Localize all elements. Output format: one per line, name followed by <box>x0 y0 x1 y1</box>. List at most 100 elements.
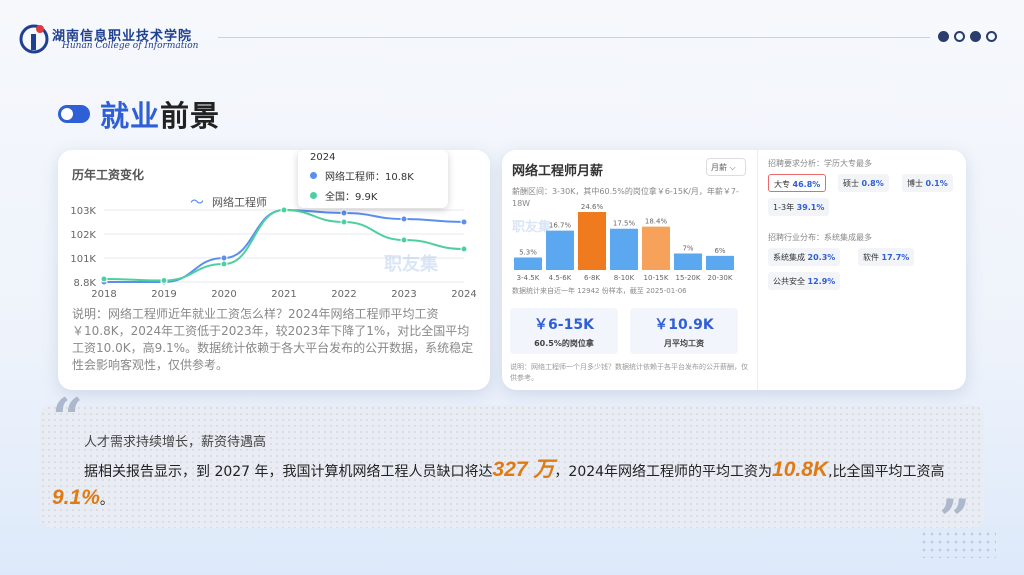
bar <box>674 253 702 270</box>
bar-value-label: 5.3% <box>519 249 537 257</box>
title-rest: 前景 <box>160 99 221 133</box>
bar-value-label: 16.7% <box>549 222 572 230</box>
sample-note: 数据统计来自近一年 12942 份样本，截至 2025-01-06 <box>512 287 687 295</box>
data-point <box>100 275 108 283</box>
bar-value-label: 17.5% <box>613 220 636 228</box>
tag-industry-software[interactable]: 软件 17.7% <box>858 248 915 266</box>
average-salary-value: ￥10.9K <box>654 317 714 333</box>
data-point <box>220 254 228 262</box>
data-point <box>280 206 288 214</box>
bar-category-label: 20-30K <box>708 274 733 282</box>
bar-value-label: 6% <box>714 247 725 255</box>
school-name-en: Hunan College of Information <box>62 41 199 51</box>
data-point <box>220 260 228 268</box>
tag-value: 39.1% <box>796 203 825 212</box>
bar <box>706 255 734 270</box>
toggle-icon <box>58 105 90 123</box>
bar-category-label: 3-4.5K <box>517 274 540 282</box>
bar <box>642 226 670 270</box>
x-tick-label: 2022 <box>331 289 356 300</box>
bar-category-label: 8-10K <box>614 274 635 282</box>
highlight-number: 10.8K <box>772 458 829 481</box>
tag-label: 公共安全 <box>773 277 805 286</box>
page-indicator <box>938 31 997 42</box>
bar <box>610 228 638 270</box>
education-title: 招聘要求分析：学历大专最多 <box>768 159 872 168</box>
tag-experience[interactable]: 1-3年 39.1% <box>768 198 830 216</box>
page-dot <box>938 31 949 42</box>
x-tick-label: 2021 <box>271 289 296 300</box>
page-dot <box>986 31 997 42</box>
tooltip-dot <box>310 192 317 199</box>
quote-text: 。 <box>99 492 114 508</box>
bar-category-label: 6-8K <box>584 274 600 282</box>
title-highlight: 就业 <box>100 99 161 133</box>
highlight-number: 9.1% <box>52 486 100 509</box>
tag-industry-system[interactable]: 系统集成 20.3% <box>768 248 841 266</box>
data-point <box>460 245 468 253</box>
y-tick-label: 8.8K <box>74 278 97 289</box>
tag-value: 20.3% <box>807 253 836 262</box>
x-tick-label: 2019 <box>151 289 176 300</box>
tag-label: 硕士 <box>843 179 859 188</box>
monthly-salary-footnote: 说明：网络工程师一个月多少钱？数据统计依赖于各平台发布的公开薪酬，仅供参考。 <box>510 363 748 382</box>
page-dot <box>954 31 965 42</box>
data-point <box>400 215 408 223</box>
decorative-dots <box>920 530 996 558</box>
tooltip-row1: 网络工程师：10.8K <box>325 172 414 183</box>
data-point <box>160 277 168 284</box>
chart-tooltip: 2024 网络工程师：10.8K 全国：9.9K <box>298 150 448 208</box>
industry-title: 招聘行业分布：系统集成最多 <box>768 233 872 242</box>
tag-industry-security[interactable]: 公共安全 12.9% <box>768 272 841 290</box>
y-tick-label: 103K <box>70 206 96 217</box>
bar-category-label: 10-15K <box>644 274 669 282</box>
x-tick-label: 2018 <box>91 289 116 300</box>
data-point <box>340 209 348 217</box>
salary-trend-description: 说明：网络工程师近年就业工资怎么样？2024年网络工程师平均工资￥10.8K，2… <box>72 307 474 372</box>
tag-value: 17.7% <box>881 253 910 262</box>
tag-value: 0.1% <box>925 179 948 188</box>
tag-label: 1-3年 <box>773 203 795 212</box>
tag-label: 博士 <box>907 179 923 188</box>
page-title: 就业前景 <box>58 93 220 135</box>
tooltip-row2: 全国：9.9K <box>325 192 378 203</box>
header-divider <box>218 37 930 38</box>
header: 湖南信息职业技术学院 Hunan College of Information <box>0 0 1024 70</box>
y-tick-label: 102K <box>70 230 96 241</box>
monthly-salary-card: 网络工程师月薪 月薪 ⌵ 薪酬区间：3-30K，其中60.5%的岗位拿￥6-15… <box>502 150 966 390</box>
data-point <box>460 218 468 226</box>
y-tick-label: 101K <box>70 254 96 265</box>
salary-range-box: ￥6-15K 60.5%的岗位拿 <box>510 308 618 354</box>
x-tick-label: 2024 <box>451 289 476 300</box>
tag-label: 系统集成 <box>773 253 805 262</box>
bar-value-label: 24.6% <box>581 203 604 211</box>
quote-text: ，2024年网络工程师的平均工资为 <box>554 464 773 480</box>
data-point <box>340 218 348 226</box>
chart-watermark: 职友集 <box>384 254 438 275</box>
average-salary-box: ￥10.9K 月平均工资 <box>630 308 738 354</box>
salary-range-value: ￥6-15K <box>534 317 594 333</box>
school-logo-icon <box>19 24 49 54</box>
data-point <box>400 236 408 244</box>
page-dot <box>970 31 981 42</box>
bar-value-label: 18.4% <box>645 218 668 226</box>
tag-education-college[interactable]: 大专 46.8% <box>768 174 827 192</box>
salary-trend-card: 历年工资变化 〜 网络工程师 8.8K 101K 102K 103K 2018 2019 2… <box>58 150 490 390</box>
quote-body: 据相关报告显示，到 2027 年，我国计算机网络工程人员缺口将达327 万，20… <box>52 457 972 513</box>
tag-label: 软件 <box>863 253 879 262</box>
tag-value: 46.8% <box>792 180 821 189</box>
salary-range-label: 60.5%的岗位拿 <box>534 339 594 348</box>
quote-box: “ ” 人才需求持续增长，薪资待遇高 据相关报告显示，到 2027 年，我国计算… <box>40 391 984 546</box>
x-tick-label: 2020 <box>211 289 236 300</box>
tag-value: 0.8% <box>861 179 884 188</box>
tag-education-doctor[interactable]: 博士 0.1% <box>902 174 953 192</box>
bar-category-label: 4.5-6K <box>549 274 572 282</box>
average-salary-label: 月平均工资 <box>664 339 704 348</box>
quote-text: ,比全国平均工资高 <box>828 464 945 480</box>
tag-education-master[interactable]: 硕士 0.8% <box>838 174 889 192</box>
bar <box>578 212 606 270</box>
tooltip-dot <box>310 172 317 179</box>
open-quote-icon: “ <box>52 386 84 450</box>
bar <box>546 230 574 270</box>
tooltip-year: 2024 <box>310 152 336 163</box>
